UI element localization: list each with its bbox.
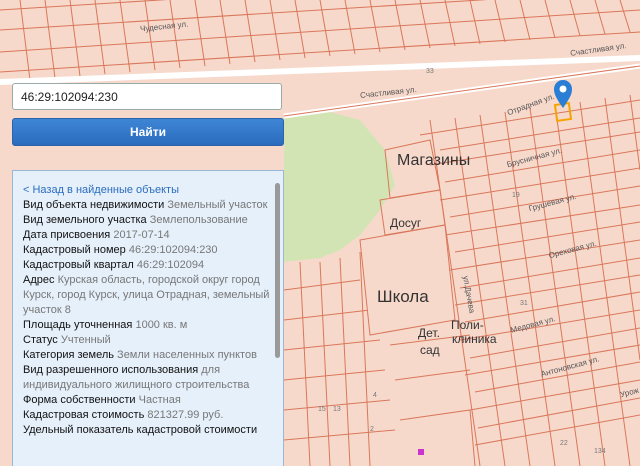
place-label-clinic-1: Поли-: [451, 318, 484, 332]
info-row-value: Частная: [138, 394, 181, 406]
info-row-label: Дата присвоения: [23, 229, 111, 241]
place-label-school: Школа: [377, 287, 429, 306]
info-row-label: Вид разрешенного использования: [23, 364, 199, 376]
info-row-label: Адрес: [23, 274, 55, 286]
info-row-label: Удельный показатель кадастровой стоимост…: [23, 424, 258, 436]
info-row: Кадастровая стоимость 821327.99 руб.: [23, 408, 271, 423]
parcel-number: 33: [426, 68, 434, 75]
info-row-label: Вид объекта недвижимости: [23, 199, 165, 211]
parcel-number: 13: [333, 406, 341, 413]
place-label-shops: Магазины: [397, 152, 471, 169]
info-row-value: 1000 кв. м: [135, 319, 188, 331]
info-row-label: Площадь уточненная: [23, 319, 133, 331]
school-block: [359, 224, 456, 336]
info-row-value: 46:29:102094:230: [128, 244, 218, 256]
info-row: Дата присвоения 2017-07-14: [23, 228, 271, 243]
info-row: Статус Учтенный: [23, 333, 271, 348]
parcel-number: 19: [512, 192, 520, 199]
parcel-number: 134: [594, 448, 606, 455]
info-row: Площадь уточненная 1000 кв. м: [23, 318, 271, 333]
info-row-label: Категория земель: [23, 349, 114, 361]
parcel-number: 31: [520, 300, 528, 307]
info-row-value: Курская область, городской округ город К…: [23, 274, 270, 316]
info-row: Адрес Курская область, городской округ г…: [23, 273, 271, 318]
cadastral-search-input[interactable]: [12, 83, 282, 110]
place-label-clinic-2: клиника: [452, 332, 497, 346]
info-row-label: Кадастровый номер: [23, 244, 126, 256]
info-row-value: 821327.99 руб.: [147, 409, 224, 421]
object-info-panel: < Назад в найденные объекты Вид объекта …: [12, 170, 284, 466]
info-row-value: Земли населенных пунктов: [117, 349, 257, 361]
info-row-value: 46:29:102094: [136, 259, 205, 271]
parcel-number: 22: [560, 440, 568, 447]
info-row-label: Кадастровый квартал: [23, 259, 134, 271]
info-row-label: Вид земельного участка: [23, 214, 147, 226]
info-rows: Вид объекта недвижимости Земельный участ…: [23, 198, 271, 438]
info-row-label: Кадастровая стоимость: [23, 409, 145, 421]
info-row: Вид земельного участка Землепользование: [23, 213, 271, 228]
info-row-label: Форма собственности: [23, 394, 136, 406]
info-row-value: 2017-07-14: [113, 229, 170, 241]
parcel-number: 2: [370, 426, 374, 433]
place-label-leisure: Досуг: [390, 216, 422, 230]
info-row: Кадастровый квартал 46:29:102094: [23, 258, 271, 273]
info-row: Кадастровый номер 46:29:102094:230: [23, 243, 271, 258]
parcel-number: 15: [318, 406, 326, 413]
poi-icon: [418, 449, 424, 455]
info-row-value: Земельный участок: [167, 199, 268, 211]
search-button[interactable]: Найти: [12, 118, 284, 146]
back-to-results-link[interactable]: < Назад в найденные объекты: [23, 183, 271, 198]
place-label-kindergarten-1: Дет.: [418, 326, 440, 340]
panel-scrollbar[interactable]: [275, 183, 280, 358]
place-label-kindergarten-2: сад: [420, 343, 440, 357]
parcel-number: 4: [373, 392, 377, 399]
info-row: Категория земель Земли населенных пункто…: [23, 348, 271, 363]
info-row: Вид объекта недвижимости Земельный участ…: [23, 198, 271, 213]
info-row: Удельный показатель кадастровой стоимост…: [23, 423, 271, 438]
info-row: Форма собственности Частная: [23, 393, 271, 408]
info-row: Вид разрешенного использования для индив…: [23, 363, 271, 393]
info-row-value: Учтенный: [60, 334, 111, 346]
info-row-label: Статус: [23, 334, 58, 346]
info-row-value: Землепользование: [149, 214, 248, 226]
